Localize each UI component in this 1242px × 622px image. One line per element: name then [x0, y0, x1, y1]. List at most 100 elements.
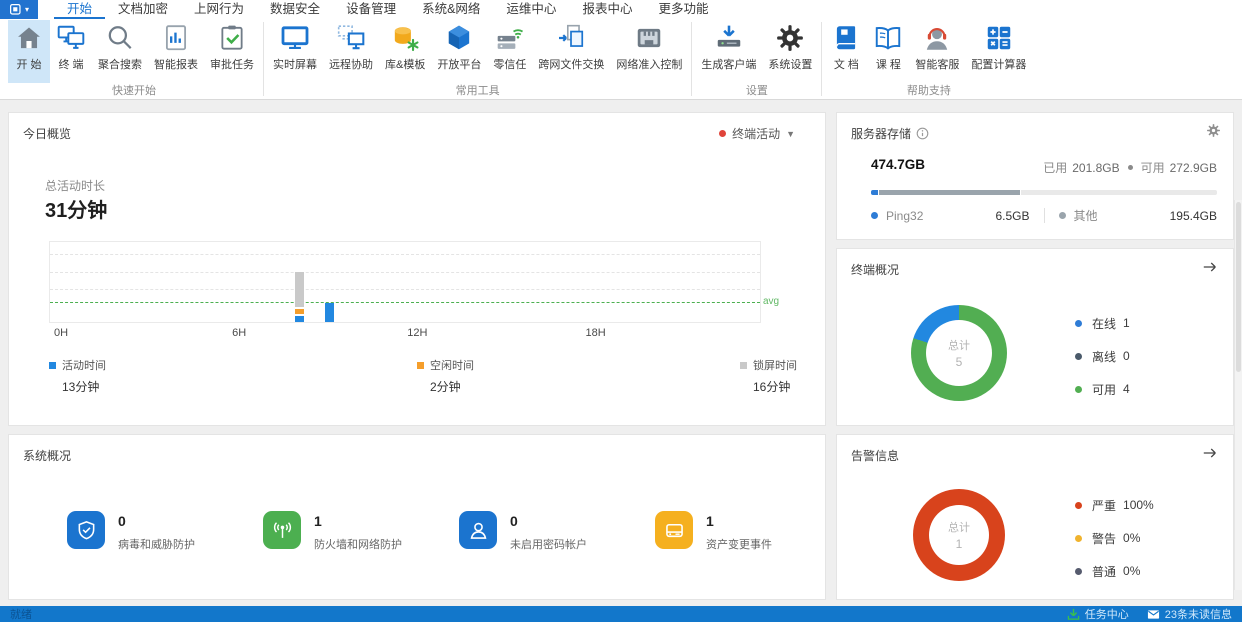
- ribbon-button[interactable]: 终 端: [50, 20, 92, 83]
- ribbon-button[interactable]: 跨网文件交换: [532, 20, 610, 83]
- server-storage-card: 服务器存储 474.7GB 已用 201.8GB 可用 272.9GB Ping…: [836, 112, 1234, 240]
- avg-line: [50, 302, 760, 304]
- ribbon-button[interactable]: 零信任: [487, 20, 532, 83]
- vertical-scrollbar[interactable]: [1234, 200, 1242, 590]
- library-icon: [390, 23, 420, 53]
- menu-tab[interactable]: 文档加密: [105, 0, 181, 19]
- storage-detail-item: Ping32 6.5GB: [871, 209, 1030, 223]
- ribbon-button-label: 配置计算器: [971, 59, 1027, 71]
- menu-tab[interactable]: 系统&网络: [409, 0, 493, 19]
- terminal-overview-card: 终端概况 总计 5 在线 1 离线 0 可用 4: [836, 248, 1234, 426]
- menu-tab[interactable]: 运维中心: [493, 0, 569, 19]
- bar-segment: [324, 303, 334, 322]
- avg-line-label: avg: [763, 296, 780, 308]
- legend-label: 可用: [1092, 382, 1117, 397]
- x-tick-label: 6H: [232, 327, 247, 339]
- gridline: [50, 271, 760, 273]
- system-item[interactable]: 0 未启用密码帐户: [459, 511, 655, 552]
- legend-swatch-icon: [49, 362, 56, 369]
- ribbon-button[interactable]: 库&模板: [379, 20, 431, 83]
- system-item-text: 1 资产变更事件: [706, 511, 772, 552]
- ribbon-button[interactable]: 审批任务: [204, 20, 260, 83]
- ribbon-button[interactable]: 智能客服: [909, 20, 965, 83]
- ribbon-button[interactable]: 文 档: [825, 20, 867, 83]
- ribbon-button-label: 远程协助: [329, 59, 373, 71]
- system-item[interactable]: 1 防火墙和网络防护: [263, 511, 459, 552]
- ribbon-button[interactable]: 系统设置: [762, 20, 818, 83]
- today-overview-card: 今日概览 终端活动 ▼ 总活动时长 31分钟 avg 0H 6H 12H 18H 活动…: [8, 112, 826, 426]
- unread-messages-button[interactable]: 23条未读信息: [1147, 606, 1232, 622]
- ribbon-button-label: 系统设置: [768, 59, 813, 71]
- ribbon-button[interactable]: 开 始: [8, 20, 50, 83]
- ribbon-group-label: 设置: [745, 85, 768, 97]
- ribbon-button-row: 生成客户端 系统设置: [695, 19, 818, 84]
- legend-value: 100%: [1123, 498, 1154, 512]
- card-title-text: 服务器存储: [851, 127, 912, 141]
- menu-tab[interactable]: 设备管理: [333, 0, 409, 19]
- mail-icon: [1147, 608, 1160, 621]
- legend-label: 锁屏时间: [753, 360, 797, 372]
- file-exchange-icon: [556, 23, 586, 53]
- system-item-label: 病毒和威胁防护: [118, 539, 195, 551]
- ribbon-button[interactable]: 智能报表: [148, 20, 204, 83]
- menu-tab[interactable]: 上网行为: [181, 0, 257, 19]
- arrow-right-icon[interactable]: [1201, 259, 1219, 275]
- legend-value: 13分钟: [62, 380, 100, 394]
- ribbon-button-label: 文 档: [833, 59, 859, 71]
- ribbon-button[interactable]: 远程协助: [323, 20, 379, 83]
- ribbon-button[interactable]: 课 程: [867, 20, 909, 83]
- menu-tab[interactable]: 开始: [54, 0, 105, 19]
- x-tick-label: 18H: [585, 327, 606, 339]
- card-title: 告警信息: [851, 449, 900, 463]
- alert-info-card: 告警信息 总计 1 严重 100% 警告 0% 普通 0%: [836, 434, 1234, 600]
- storage-segment: [1020, 190, 1217, 195]
- legend-dot-icon: [1058, 212, 1066, 219]
- menu-tab[interactable]: 数据安全: [257, 0, 333, 19]
- legend-label-row: 活动时间: [49, 357, 106, 373]
- legend-item: 锁屏时间 16分钟: [740, 357, 797, 395]
- storage-usage-summary: 已用 201.8GB 可用 272.9GB: [1043, 159, 1217, 176]
- info-icon[interactable]: [916, 127, 929, 140]
- legend-label: 严重: [1092, 498, 1117, 513]
- ribbon-group: 生成客户端 系统设置 设置: [695, 19, 818, 99]
- metric-label: 总活动时长: [45, 179, 106, 193]
- app-logo-button[interactable]: ▾: [0, 0, 38, 19]
- ribbon-button-row: 实时屏幕 远程协助 库&模板 开放平台 零信任 跨网文件交换 网络准入控制: [267, 19, 688, 84]
- storage-detail-value: 195.4GB: [1169, 208, 1217, 223]
- storage-detail-value: 6.5GB: [995, 208, 1030, 223]
- arrow-right-icon[interactable]: [1201, 445, 1219, 461]
- system-item[interactable]: 1 资产变更事件: [655, 511, 851, 552]
- search-icon: [105, 23, 135, 53]
- legend-value: 1: [1123, 316, 1130, 330]
- logo-caret-icon: ▾: [24, 4, 29, 14]
- legend-dot-icon: [1075, 534, 1082, 542]
- scrollbar-thumb[interactable]: [1236, 202, 1241, 372]
- activity-filter-dropdown[interactable]: 终端活动 ▼: [719, 125, 795, 142]
- legend-item: 在线 1: [1075, 313, 1130, 333]
- ribbon-button[interactable]: 开放平台: [431, 20, 487, 83]
- system-item-text: 1 防火墙和网络防护: [314, 511, 402, 552]
- system-item-value: 1: [706, 513, 714, 529]
- storage-settings-gear-icon[interactable]: [1206, 123, 1221, 138]
- legend-label: 空闲时间: [430, 360, 474, 372]
- legend-item: 空闲时间 2分钟: [417, 357, 474, 395]
- system-items: 0 病毒和威胁防护 1 防火墙和网络防护 0 未启用密码帐户 1 资产变更事件: [67, 511, 815, 552]
- system-item-label: 防火墙和网络防护: [314, 539, 402, 551]
- legend-label-row: 空闲时间: [417, 357, 474, 373]
- legend-value: 4: [1123, 382, 1130, 396]
- legend-value: 2分钟: [430, 380, 461, 394]
- ribbon-button[interactable]: 聚合搜索: [92, 20, 148, 83]
- ribbon-button[interactable]: 生成客户端: [695, 20, 762, 83]
- ribbon-button[interactable]: 网络准入控制: [610, 20, 688, 83]
- ribbon-button[interactable]: 实时屏幕: [267, 20, 323, 83]
- ribbon-button[interactable]: 配置计算器: [965, 20, 1032, 83]
- support-icon: [922, 23, 952, 53]
- system-item[interactable]: 0 病毒和威胁防护: [67, 511, 263, 552]
- ribbon-group: 实时屏幕 远程协助 库&模板 开放平台 零信任 跨网文件交换 网络准入控制 常用工具: [267, 19, 688, 99]
- task-center-button[interactable]: 任务中心: [1067, 606, 1129, 622]
- menu-tab[interactable]: 报表中心: [569, 0, 645, 19]
- divider: [1043, 208, 1045, 223]
- legend-item: 普通 0%: [1075, 561, 1154, 581]
- menu-tab[interactable]: 更多功能: [645, 0, 721, 19]
- card-title: 系统概况: [23, 449, 72, 463]
